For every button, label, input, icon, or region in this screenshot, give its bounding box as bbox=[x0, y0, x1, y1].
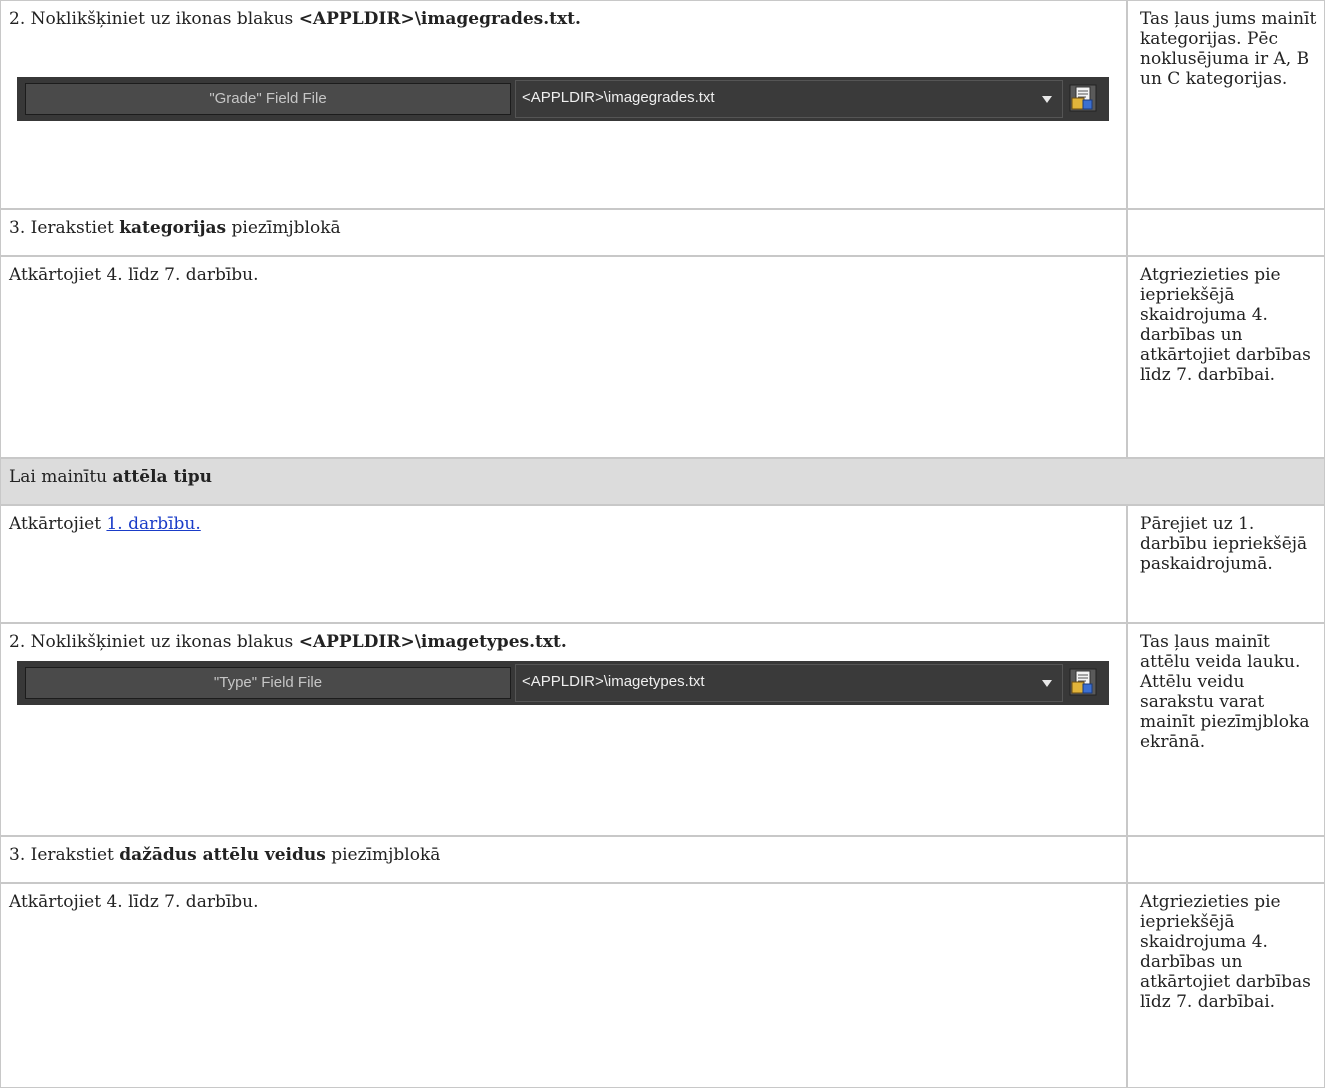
step2-types-text: 2. Noklikšķiniet uz ikonas blakus <APPLD… bbox=[9, 632, 567, 652]
repeat-steps-2-note-cell: Atgriezieties pie iepriekšējā skaidrojum… bbox=[1127, 883, 1325, 1088]
grade-field-file-widget: "Grade" Field File <APPLDIR>\imagegrades… bbox=[17, 77, 1109, 121]
grade-field-file-label: "Grade" Field File bbox=[25, 83, 511, 115]
chevron-down-icon[interactable] bbox=[1042, 680, 1052, 687]
step2-types-cell: 2. Noklikšķiniet uz ikonas blakus <APPLD… bbox=[0, 623, 1127, 836]
step1-note-cell: Pārejiet uz 1. darbību iepriekšējā paska… bbox=[1127, 505, 1325, 623]
open-notepad-icon[interactable] bbox=[1069, 668, 1097, 696]
step2-types-note-cell: Tas ļaus mainīt attēlu veida lauku. Attē… bbox=[1127, 623, 1325, 836]
step2-grades-text: 2. Noklikšķiniet uz ikonas blakus <APPLD… bbox=[9, 9, 581, 29]
section-header-text: Lai mainītu attēla tipu bbox=[9, 467, 213, 487]
repeat-steps-cell: Atkārtojiet 4. līdz 7. darbību. bbox=[0, 256, 1127, 458]
type-field-file-select[interactable]: <APPLDIR>\imagetypes.txt bbox=[515, 664, 1063, 702]
step3-image-types-text: 3. Ierakstiet dažādus attēlu veidus piez… bbox=[9, 845, 441, 865]
type-field-file-widget: "Type" Field File <APPLDIR>\imagetypes.t… bbox=[17, 661, 1109, 705]
repeat-steps-2-cell: Atkārtojiet 4. līdz 7. darbību. bbox=[0, 883, 1127, 1088]
step1-link[interactable]: 1. darbību. bbox=[106, 514, 200, 534]
repeat-steps-2-text: Atkārtojiet 4. līdz 7. darbību. bbox=[9, 892, 259, 912]
step2-grades-note: Tas ļaus jums mainīt kategorijas. Pēc no… bbox=[1140, 9, 1317, 89]
step2-grades-note-cell: Tas ļaus jums mainīt kategorijas. Pēc no… bbox=[1127, 0, 1325, 209]
step2-grades-cell: 2. Noklikšķiniet uz ikonas blakus <APPLD… bbox=[0, 0, 1127, 209]
step3-categories-text: 3. Ierakstiet kategorijas piezīmjblokā bbox=[9, 218, 341, 238]
step3-categories-cell: 3. Ierakstiet kategorijas piezīmjblokā bbox=[0, 209, 1127, 256]
step1-cell: Atkārtojiet 1. darbību. bbox=[0, 505, 1127, 623]
step1-note: Pārejiet uz 1. darbību iepriekšējā paska… bbox=[1140, 514, 1308, 574]
chevron-down-icon[interactable] bbox=[1042, 96, 1052, 103]
step3-categories-note-cell bbox=[1127, 209, 1325, 256]
step1-text: Atkārtojiet 1. darbību. bbox=[9, 514, 201, 534]
type-field-file-label: "Type" Field File bbox=[25, 667, 511, 699]
step3-image-types-note-cell bbox=[1127, 836, 1325, 883]
grade-field-file-select[interactable]: <APPLDIR>\imagegrades.txt bbox=[515, 80, 1063, 118]
type-field-file-value: <APPLDIR>\imagetypes.txt bbox=[522, 673, 705, 690]
open-notepad-icon[interactable] bbox=[1069, 84, 1097, 112]
step2-types-note: Tas ļaus mainīt attēlu veida lauku. Attē… bbox=[1140, 632, 1310, 752]
section-header-image-type: Lai mainītu attēla tipu bbox=[0, 458, 1325, 505]
repeat-steps-note: Atgriezieties pie iepriekšējā skaidrojum… bbox=[1140, 265, 1311, 385]
grade-field-file-value: <APPLDIR>\imagegrades.txt bbox=[522, 89, 715, 106]
repeat-steps-text: Atkārtojiet 4. līdz 7. darbību. bbox=[9, 265, 259, 285]
repeat-steps-2-note: Atgriezieties pie iepriekšējā skaidrojum… bbox=[1140, 892, 1311, 1012]
step3-image-types-cell: 3. Ierakstiet dažādus attēlu veidus piez… bbox=[0, 836, 1127, 883]
repeat-steps-note-cell: Atgriezieties pie iepriekšējā skaidrojum… bbox=[1127, 256, 1325, 458]
